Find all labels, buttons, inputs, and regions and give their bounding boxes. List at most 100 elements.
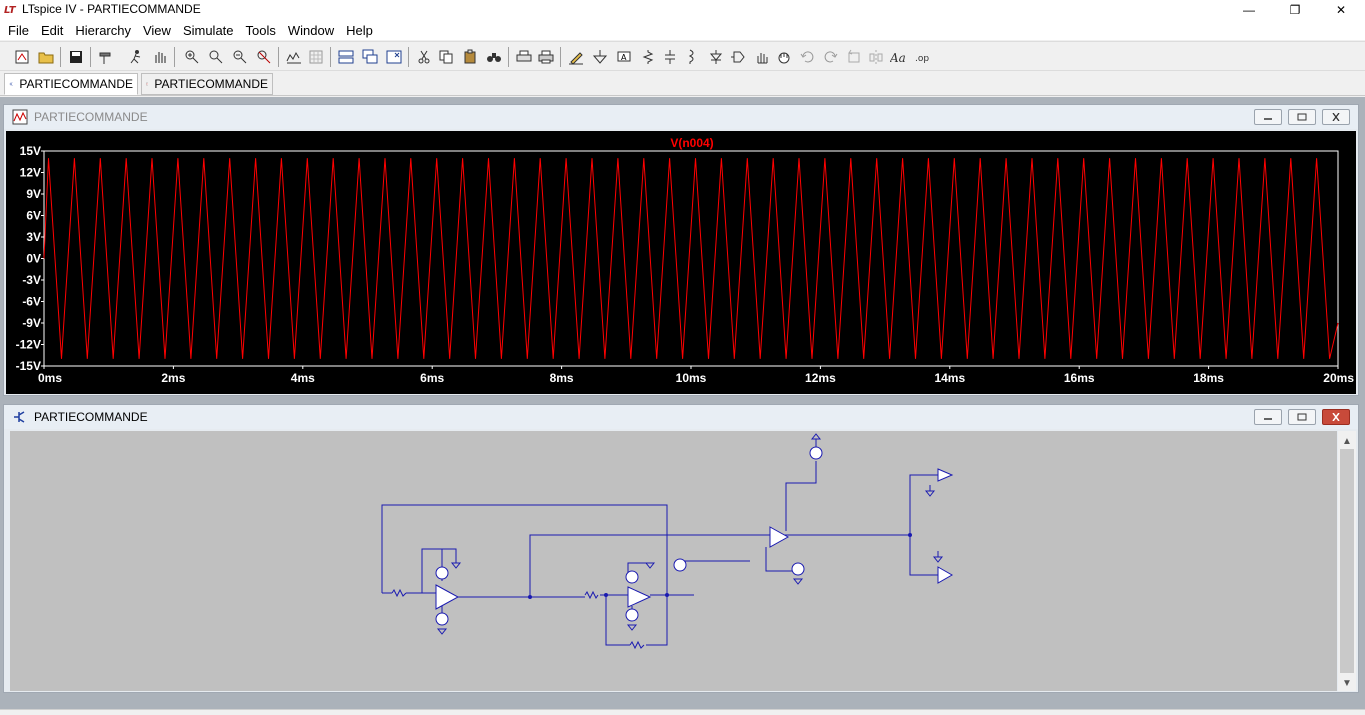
toolbar: A Aa .op xyxy=(0,41,1365,71)
maximize-button[interactable]: ❐ xyxy=(1272,0,1318,20)
run-button[interactable] xyxy=(126,47,146,67)
tab-schematic[interactable]: PARTIECOMMANDE xyxy=(4,73,138,95)
menu-help[interactable]: Help xyxy=(340,23,379,38)
component-icon xyxy=(731,51,745,63)
x-tick-label: 2ms xyxy=(161,371,185,385)
find-button[interactable] xyxy=(484,47,504,67)
spice-directive-icon: .op xyxy=(915,54,929,64)
inductor-button[interactable] xyxy=(682,47,702,67)
copy-button[interactable] xyxy=(436,47,456,67)
waveform-window-caption[interactable]: PARTIECOMMANDE xyxy=(4,105,1358,129)
control-panel-button[interactable] xyxy=(96,47,116,67)
copy-icon xyxy=(439,50,453,64)
tile-horizontal-button[interactable] xyxy=(336,47,356,67)
schematic-window: PARTIECOMMANDE ▲ ▼ xyxy=(3,404,1359,693)
x-tick-label: 20ms xyxy=(1323,371,1354,385)
capacitor-button[interactable] xyxy=(660,47,680,67)
inductor-icon xyxy=(688,49,694,64)
minimize-icon: — xyxy=(1243,3,1255,17)
plot-pane[interactable]: V(n004) 15V 12V 9V 6V 3V 0V -3V -6V -9V -12V -15V … xyxy=(6,131,1356,394)
run-icon xyxy=(130,50,141,64)
close-all-button[interactable] xyxy=(384,47,404,67)
x-tick-label: 10ms xyxy=(676,371,707,385)
waveform-chart: V(n004) 15V12V9V6V3V0V-3V-6V-9V-12V-15V … xyxy=(16,136,1355,385)
ground-symbols xyxy=(436,433,944,635)
halt-button[interactable] xyxy=(150,47,170,67)
menu-file[interactable]: File xyxy=(2,23,35,38)
menu-hierarchy[interactable]: Hierarchy xyxy=(69,23,137,38)
text-button[interactable]: Aa xyxy=(890,47,910,67)
close-icon xyxy=(1332,413,1340,421)
label-net-button[interactable]: A xyxy=(614,47,634,67)
tab-waveform[interactable]: PARTIECOMMANDE xyxy=(141,73,273,95)
zoom-fit-button[interactable] xyxy=(254,47,274,67)
scroll-thumb[interactable] xyxy=(1340,449,1354,673)
rotate-button[interactable] xyxy=(844,47,864,67)
x-tick-label: 6ms xyxy=(420,371,444,385)
hammer-icon xyxy=(99,52,111,64)
zoom-fit-icon xyxy=(257,50,271,64)
schematic-canvas[interactable] xyxy=(10,431,1337,691)
component-button[interactable] xyxy=(728,47,748,67)
schematic-minimize-button[interactable] xyxy=(1254,409,1282,425)
save-button[interactable] xyxy=(66,47,86,67)
schematic-window-caption[interactable]: PARTIECOMMANDE xyxy=(4,405,1358,429)
folder-open-icon xyxy=(38,52,54,64)
schematic-vertical-scrollbar[interactable]: ▲ ▼ xyxy=(1338,431,1356,691)
print-button[interactable] xyxy=(536,47,556,67)
cascade-button[interactable] xyxy=(360,47,380,67)
waveform-restore-button[interactable] xyxy=(1288,109,1316,125)
cut-button[interactable] xyxy=(414,47,434,67)
autorange-button[interactable] xyxy=(284,47,304,67)
minimize-button[interactable]: — xyxy=(1226,0,1272,20)
close-button[interactable]: ✕ xyxy=(1318,0,1364,20)
move-hand-icon xyxy=(757,53,768,64)
autorange-icon xyxy=(286,51,301,64)
redo-button[interactable] xyxy=(820,47,840,67)
mdi-area: PARTIECOMMANDE V(n004) 15V 12V 9V 6V 3V 0V -3V… xyxy=(0,97,1365,709)
waveform-minimize-button[interactable] xyxy=(1254,109,1282,125)
schematic-restore-button[interactable] xyxy=(1288,409,1316,425)
resistor-button[interactable] xyxy=(638,47,658,67)
mirror-button[interactable] xyxy=(866,47,886,67)
drag-button[interactable] xyxy=(774,47,794,67)
zoom-in-button[interactable] xyxy=(182,47,202,67)
rotate-icon xyxy=(848,49,860,63)
zoom-out-button[interactable] xyxy=(230,47,250,67)
open-button[interactable] xyxy=(36,47,56,67)
zoom-in-icon xyxy=(185,50,199,64)
restore-icon xyxy=(1297,113,1307,121)
mirror-icon xyxy=(869,50,883,64)
grid-icon xyxy=(309,50,323,64)
scissors-icon xyxy=(418,50,430,64)
svg-text:LT: LT xyxy=(4,5,17,15)
print-setup-icon xyxy=(516,50,532,62)
junction-dots xyxy=(528,533,912,599)
pan-button[interactable] xyxy=(206,47,226,67)
zoom-out-icon xyxy=(233,50,247,64)
grid-button[interactable] xyxy=(306,47,326,67)
scroll-down-icon[interactable]: ▼ xyxy=(1338,675,1356,691)
undo-button[interactable] xyxy=(798,47,818,67)
menu-simulate[interactable]: Simulate xyxy=(177,23,240,38)
schematic-close-button[interactable] xyxy=(1322,409,1350,425)
waveform-window: PARTIECOMMANDE V(n004) 15V 12V 9V 6V 3V 0V -3V… xyxy=(3,104,1359,396)
x-tick-label: 4ms xyxy=(291,371,315,385)
spice-directive-button[interactable]: .op xyxy=(914,47,934,67)
waveform-close-button[interactable] xyxy=(1322,109,1350,125)
menu-window[interactable]: Window xyxy=(282,23,340,38)
cascade-icon xyxy=(362,49,378,64)
new-schematic-button[interactable] xyxy=(12,47,32,67)
draw-wire-button[interactable] xyxy=(566,47,586,67)
schematic-icon xyxy=(14,411,25,423)
menu-view[interactable]: View xyxy=(137,23,177,38)
scroll-up-icon[interactable]: ▲ xyxy=(1338,433,1356,449)
menu-tools[interactable]: Tools xyxy=(240,23,282,38)
paste-button[interactable] xyxy=(460,47,480,67)
ground-button[interactable] xyxy=(590,47,610,67)
menu-edit[interactable]: Edit xyxy=(35,23,69,38)
text-icon: Aa xyxy=(890,51,906,65)
print-setup-button[interactable] xyxy=(514,47,534,67)
move-button[interactable] xyxy=(752,47,772,67)
diode-button[interactable] xyxy=(706,47,726,67)
